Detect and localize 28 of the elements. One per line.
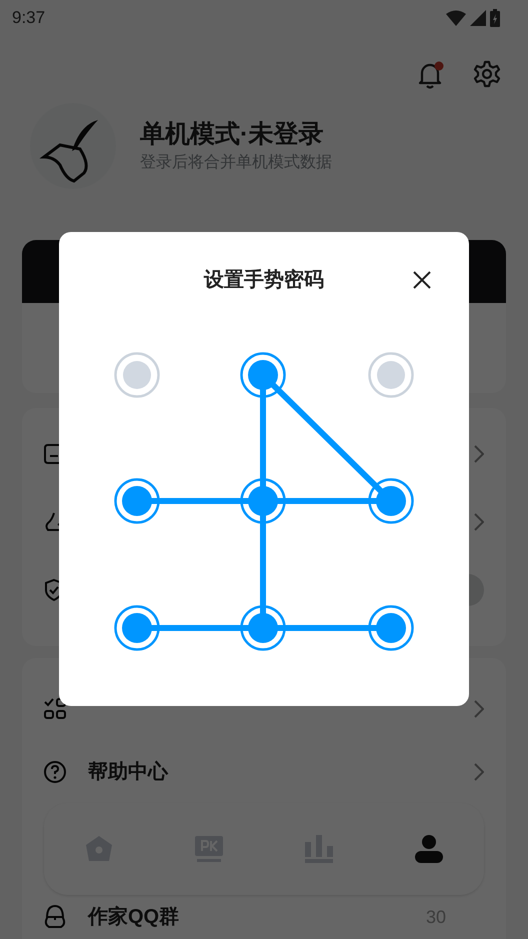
pattern-dot[interactable] xyxy=(368,478,414,524)
profile-title: 单机模式·未登录 xyxy=(140,119,324,150)
grid-icon xyxy=(43,696,67,720)
pattern-dot[interactable] xyxy=(240,478,286,524)
menu-label: 作家QQ群 xyxy=(88,904,180,930)
menu-label: 帮助中心 xyxy=(88,760,170,784)
person-icon[interactable] xyxy=(414,834,444,864)
pattern-dot[interactable] xyxy=(368,352,414,398)
pattern-dot[interactable] xyxy=(114,478,160,524)
pattern-dot[interactable] xyxy=(240,605,286,651)
menu-row[interactable]: 帮助中心 xyxy=(22,740,506,803)
chevron-icon xyxy=(474,700,484,718)
status-time: 9:37 xyxy=(12,7,46,30)
chevron-icon[interactable] xyxy=(474,513,484,532)
pattern-dot[interactable] xyxy=(114,352,160,398)
pattern-dot[interactable] xyxy=(368,605,414,651)
pattern-dot[interactable] xyxy=(240,352,286,398)
chevron-icon xyxy=(474,762,484,780)
chevron-icon[interactable] xyxy=(474,445,484,464)
wifi-icon xyxy=(446,10,466,26)
pattern-dot[interactable] xyxy=(114,605,160,651)
settings-icon[interactable] xyxy=(473,60,501,88)
battery-icon xyxy=(490,8,500,27)
dialog-title: 设置手势密码 xyxy=(204,268,324,293)
notification-bell-icon[interactable] xyxy=(417,60,445,90)
close-icon[interactable] xyxy=(412,270,432,290)
help-icon xyxy=(43,760,67,784)
signal-icon xyxy=(470,10,486,26)
